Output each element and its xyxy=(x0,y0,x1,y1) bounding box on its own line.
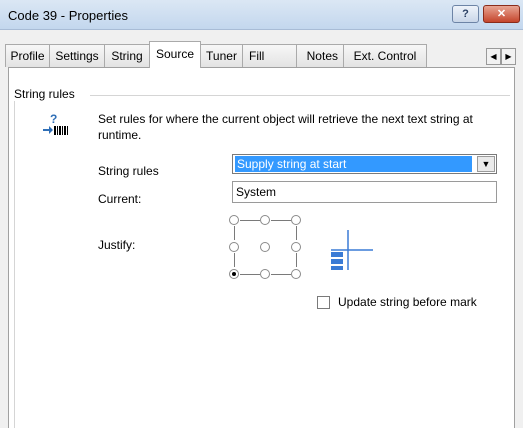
group-divider xyxy=(90,95,510,96)
justify-top-right-radio[interactable] xyxy=(291,215,301,225)
group-border xyxy=(14,101,15,428)
justify-bottom-center-radio[interactable] xyxy=(260,269,270,279)
string-rules-dropdown[interactable]: Supply string at start ▼ xyxy=(232,154,497,174)
tab-scroll-right-icon[interactable]: ▶ xyxy=(501,48,516,65)
justify-bottom-left-radio[interactable] xyxy=(229,269,239,279)
tab-scroll-left-icon[interactable]: ◀ xyxy=(486,48,501,65)
tab-fill[interactable]: Fill xyxy=(242,44,297,67)
chevron-down-icon[interactable]: ▼ xyxy=(477,156,495,172)
string-rules-selected-value: Supply string at start xyxy=(235,156,472,172)
justify-connector xyxy=(271,274,291,275)
justify-bottom-right-radio[interactable] xyxy=(291,269,301,279)
current-label: Current: xyxy=(98,192,142,206)
group-description: Set rules for where the current object w… xyxy=(98,112,473,142)
justify-connector xyxy=(234,253,235,267)
close-button[interactable]: ✕ xyxy=(483,5,520,23)
tab-source[interactable]: Source xyxy=(149,41,201,68)
justify-label: Justify: xyxy=(98,238,136,252)
justify-connector xyxy=(271,220,291,221)
justify-connector xyxy=(296,226,297,240)
justify-connector xyxy=(234,226,235,240)
title-bar: Code 39 - Properties ? ✕ xyxy=(0,0,523,30)
justify-top-center-radio[interactable] xyxy=(260,215,270,225)
current-field[interactable] xyxy=(232,181,497,203)
justify-grid xyxy=(229,210,319,282)
string-rules-label: String rules xyxy=(98,164,159,178)
justify-connector xyxy=(240,220,260,221)
help-button[interactable]: ? xyxy=(452,5,479,23)
update-string-label[interactable]: Update string before mark xyxy=(338,295,477,309)
tab-ext-control[interactable]: Ext. Control xyxy=(343,44,427,67)
justify-top-left-radio[interactable] xyxy=(229,215,239,225)
tab-profile[interactable]: Profile xyxy=(5,44,50,67)
tab-notes[interactable]: Notes xyxy=(296,44,344,67)
barcode-icon: ? xyxy=(43,112,68,135)
update-string-checkbox[interactable] xyxy=(317,296,330,309)
properties-dialog: Code 39 - Properties ? ✕ Profile Setting… xyxy=(0,0,523,428)
justify-preview-icon xyxy=(331,230,373,270)
justify-connector xyxy=(296,253,297,267)
svg-text:?: ? xyxy=(50,112,57,126)
justify-middle-left-radio[interactable] xyxy=(229,242,239,252)
group-title: String rules xyxy=(14,87,78,101)
tab-strip: Profile Settings String Source Tuner Fil… xyxy=(0,38,523,68)
tab-tuner[interactable]: Tuner xyxy=(200,44,243,67)
justify-connector xyxy=(240,274,260,275)
tab-settings[interactable]: Settings xyxy=(49,44,105,67)
tab-string[interactable]: String xyxy=(104,44,150,67)
window-title: Code 39 - Properties xyxy=(8,8,128,23)
justify-middle-right-radio[interactable] xyxy=(291,242,301,252)
justify-middle-center-radio[interactable] xyxy=(260,242,270,252)
